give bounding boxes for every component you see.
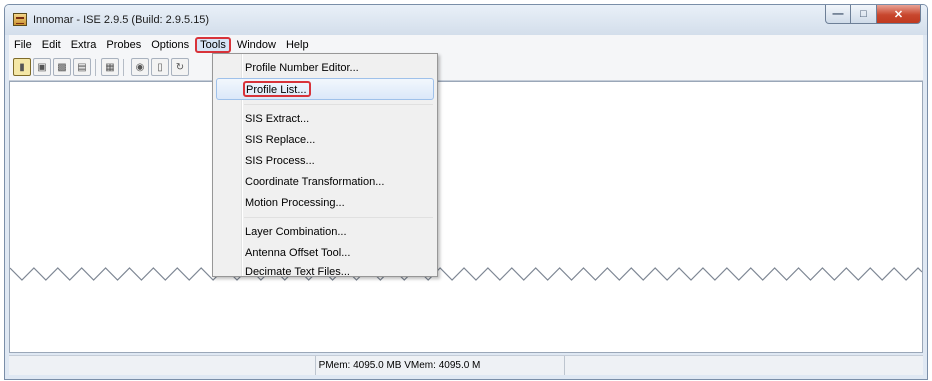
menu-file[interactable]: File bbox=[9, 37, 37, 53]
file-open-icon: ▣ bbox=[37, 61, 47, 73]
page-break-zigzag bbox=[10, 267, 922, 281]
save-button[interactable]: ▩ bbox=[53, 58, 71, 76]
toolbar-separator bbox=[123, 59, 124, 76]
toolbar: ▮ ▣ ▩ ▤ ▦ ◉ ▯ ↻ bbox=[9, 54, 923, 81]
export-icon: ▦ bbox=[105, 61, 115, 73]
columns-icon: ▯ bbox=[157, 61, 163, 73]
close-icon: ✕ bbox=[893, 8, 904, 21]
menu-item-sis-replace[interactable]: SIS Replace... bbox=[216, 129, 434, 151]
folder-open-icon: ▮ bbox=[19, 61, 25, 73]
menu-probes[interactable]: Probes bbox=[101, 37, 146, 53]
window-title: Innomar - ISE 2.9.5 (Build: 2.9.5.15) bbox=[33, 14, 210, 26]
status-pane-right bbox=[565, 356, 923, 375]
title-bar[interactable]: Innomar - ISE 2.9.5 (Build: 2.9.5.15) — … bbox=[5, 5, 927, 35]
menu-separator bbox=[244, 217, 433, 218]
refresh-icon: ↻ bbox=[175, 61, 185, 73]
menu-options[interactable]: Options bbox=[146, 37, 194, 53]
info-button[interactable]: ◉ bbox=[131, 58, 149, 76]
print-icon: ▤ bbox=[77, 61, 87, 73]
minimize-icon: — bbox=[832, 8, 844, 20]
export-button[interactable]: ▦ bbox=[101, 58, 119, 76]
status-bar: PMem: 4095.0 MB VMem: 4095.0 M bbox=[9, 355, 923, 375]
save-icon: ▩ bbox=[57, 61, 67, 73]
close-button[interactable]: ✕ bbox=[877, 5, 921, 24]
highlight-frame bbox=[243, 81, 311, 97]
info-icon: ◉ bbox=[135, 61, 145, 73]
menu-item-antenna-offset-tool[interactable]: Antenna Offset Tool... bbox=[216, 242, 434, 264]
menu-tools[interactable]: Tools bbox=[195, 36, 231, 53]
print-button[interactable]: ▤ bbox=[73, 58, 91, 76]
menu-item-sis-process[interactable]: SIS Process... bbox=[216, 150, 434, 172]
maximize-button[interactable]: □ bbox=[851, 5, 877, 24]
menu-bar: File Edit Extra Probes Options Tools Win… bbox=[9, 35, 923, 54]
menu-item-motion-processing[interactable]: Motion Processing... bbox=[216, 192, 434, 214]
app-window: Innomar - ISE 2.9.5 (Build: 2.9.5.15) — … bbox=[4, 4, 928, 380]
toolbar-separator bbox=[95, 59, 96, 76]
menu-item-sis-extract[interactable]: SIS Extract... bbox=[216, 108, 434, 130]
tools-dropdown-menu: Profile Number Editor... Profile List...… bbox=[212, 53, 438, 277]
menu-item-profile-number-editor[interactable]: Profile Number Editor... bbox=[216, 57, 434, 79]
menu-item-decimate-text-files[interactable]: Decimate Text Files... bbox=[216, 263, 434, 276]
open-folder-button[interactable]: ▮ bbox=[13, 58, 31, 76]
workspace-area bbox=[9, 81, 923, 353]
columns-button[interactable]: ▯ bbox=[151, 58, 169, 76]
menu-item-coordinate-transformation[interactable]: Coordinate Transformation... bbox=[216, 171, 434, 193]
menu-help[interactable]: Help bbox=[281, 37, 314, 53]
menu-separator bbox=[244, 104, 433, 105]
menu-window[interactable]: Window bbox=[232, 37, 281, 53]
minimize-button[interactable]: — bbox=[825, 5, 851, 24]
menu-item-layer-combination[interactable]: Layer Combination... bbox=[216, 221, 434, 243]
window-controls: — □ ✕ bbox=[825, 5, 921, 25]
memory-status: PMem: 4095.0 MB VMem: 4095.0 M bbox=[316, 356, 565, 375]
menu-extra[interactable]: Extra bbox=[66, 37, 102, 53]
app-logo-icon[interactable] bbox=[13, 13, 27, 26]
open-file-button[interactable]: ▣ bbox=[33, 58, 51, 76]
menu-item-profile-list[interactable]: Profile List... bbox=[216, 78, 434, 100]
status-pane-main bbox=[9, 356, 316, 375]
menu-edit[interactable]: Edit bbox=[37, 37, 66, 53]
refresh-button[interactable]: ↻ bbox=[171, 58, 189, 76]
maximize-icon: □ bbox=[860, 8, 867, 20]
